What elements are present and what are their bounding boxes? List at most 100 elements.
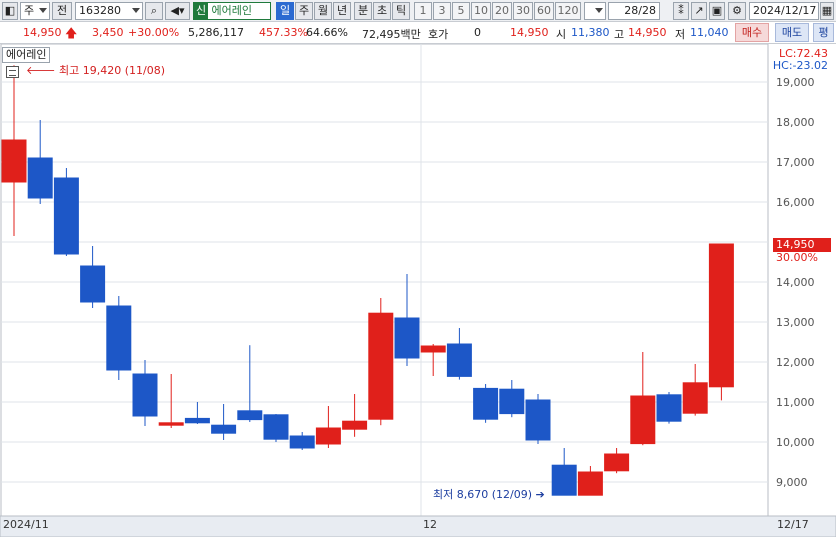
candle-body bbox=[342, 420, 368, 430]
date-input[interactable]: 2024/12/17 bbox=[749, 2, 819, 20]
hoga-value: 0 bbox=[474, 26, 481, 39]
lock-icon[interactable]: ⁑ bbox=[673, 2, 689, 20]
custom-interval-select[interactable] bbox=[584, 2, 606, 20]
prefix-button[interactable]: 전 bbox=[52, 2, 72, 20]
calendar-icon[interactable]: ▦ bbox=[820, 2, 834, 20]
data-count-field[interactable]: 28/28 bbox=[608, 2, 660, 20]
ask-price: 14,950 bbox=[510, 26, 549, 39]
period-year[interactable]: 년 bbox=[333, 2, 351, 20]
stock-code-input[interactable]: 163280 bbox=[75, 2, 143, 20]
chart-toolbar: ◧ 주 전 163280 ⌕ ◀▾ 신 에어레인 일 주 월 년 분 초 틱 1… bbox=[0, 0, 836, 22]
candle-body bbox=[1, 139, 27, 183]
interval-3[interactable]: 3 bbox=[433, 2, 451, 20]
interval-20[interactable]: 20 bbox=[492, 2, 512, 20]
candle-body bbox=[315, 427, 341, 445]
trade-amount: 72,495백만 bbox=[362, 28, 421, 41]
candle-body bbox=[577, 471, 603, 496]
period-second[interactable]: 초 bbox=[373, 2, 391, 20]
candle-body bbox=[368, 312, 394, 420]
candle-body bbox=[27, 157, 53, 199]
up-arrow-icon: 🡅 bbox=[65, 26, 78, 40]
candle-body bbox=[394, 317, 420, 359]
period-minute[interactable]: 분 bbox=[354, 2, 372, 20]
menu-icon[interactable]: ◧ bbox=[2, 2, 18, 20]
eval-button[interactable]: 평 bbox=[813, 23, 834, 42]
candle-body bbox=[184, 417, 210, 424]
price-chart[interactable]: 19,00018,00017,00016,00015,00014,00013,0… bbox=[0, 44, 836, 537]
cursor-icon[interactable]: ↗ bbox=[691, 2, 707, 20]
candle-body bbox=[446, 343, 472, 377]
turnover-rate: 64.66% bbox=[306, 26, 348, 39]
interval-60[interactable]: 60 bbox=[534, 2, 554, 20]
candle-body bbox=[263, 414, 289, 440]
y-tick-label: 18,000 bbox=[776, 116, 815, 129]
sound-icon[interactable]: ◀▾ bbox=[165, 2, 190, 20]
x-label-end: 12/17 bbox=[777, 518, 809, 531]
last-pct-tag: 30.00% bbox=[776, 251, 818, 264]
y-tick-label: 16,000 bbox=[776, 196, 815, 209]
y-tick-label: 12,000 bbox=[776, 356, 815, 369]
price-change-pct: +30.00% bbox=[128, 26, 180, 39]
candle-body bbox=[682, 382, 708, 414]
x-label-start: 2024/11 bbox=[3, 518, 49, 531]
quote-bar: 14,950 🡅 3,450 +30.00% 5,286,117 457.33%… bbox=[0, 22, 836, 44]
period-week[interactable]: 주 bbox=[295, 2, 313, 20]
y-tick-label: 11,000 bbox=[776, 396, 815, 409]
last-price-tag: 14,950 bbox=[773, 238, 831, 252]
high-label: 고 bbox=[614, 28, 625, 41]
interval-10[interactable]: 10 bbox=[471, 2, 491, 20]
buy-button[interactable]: 매수 bbox=[735, 23, 769, 42]
period-day[interactable]: 일 bbox=[276, 2, 294, 20]
y-tick-label: 13,000 bbox=[776, 316, 815, 329]
sell-button[interactable]: 매도 bbox=[775, 23, 809, 42]
price-change: 3,450 bbox=[92, 26, 124, 39]
search-icon[interactable]: ⌕ bbox=[145, 2, 163, 20]
x-axis-band bbox=[0, 515, 836, 537]
low-label: 저 bbox=[675, 28, 686, 41]
candle-body bbox=[708, 243, 734, 388]
candle-body bbox=[237, 410, 263, 421]
chart-settings-icon[interactable] bbox=[6, 66, 19, 78]
open-label: 시 bbox=[556, 28, 567, 41]
candlestick-chart: 19,00018,00017,00016,00015,00014,00013,0… bbox=[0, 44, 836, 537]
chart-type-select[interactable]: 주 bbox=[20, 2, 50, 20]
current-price: 14,950 bbox=[23, 26, 62, 39]
candle-body bbox=[132, 373, 158, 417]
hoga-label: 호가 bbox=[428, 28, 449, 41]
gear-icon[interactable]: ⚙ bbox=[728, 2, 746, 20]
candle-body bbox=[80, 265, 106, 303]
y-tick-label: 14,000 bbox=[776, 276, 815, 289]
period-month[interactable]: 월 bbox=[314, 2, 332, 20]
chart-stock-name: 에어레인 bbox=[2, 47, 51, 63]
period-tick[interactable]: 틱 bbox=[392, 2, 410, 20]
candle-body bbox=[473, 387, 499, 420]
volume-ratio: 457.33% bbox=[259, 26, 308, 39]
candle-body bbox=[630, 395, 656, 445]
hc-value: HC:-23.02 bbox=[772, 59, 828, 72]
open-price: 11,380 bbox=[571, 26, 610, 39]
interval-1[interactable]: 1 bbox=[414, 2, 432, 20]
stock-name-field[interactable]: 신 에어레인 bbox=[193, 2, 271, 20]
candle-body bbox=[604, 453, 630, 472]
high-annotation: 🡐 최고 19,420 (11/08) bbox=[26, 64, 166, 77]
y-tick-label: 19,000 bbox=[776, 76, 815, 89]
candle-body bbox=[289, 435, 315, 449]
interval-120[interactable]: 120 bbox=[555, 2, 581, 20]
plot-area bbox=[0, 44, 769, 517]
interval-5[interactable]: 5 bbox=[452, 2, 470, 20]
y-tick-label: 17,000 bbox=[776, 156, 815, 169]
interval-30[interactable]: 30 bbox=[513, 2, 533, 20]
candle-body bbox=[525, 399, 551, 441]
low-annotation: 최저 8,670 (12/09) ➔ bbox=[433, 488, 545, 501]
candle-body bbox=[158, 422, 184, 426]
x-label-mid: 12 bbox=[423, 518, 437, 531]
y-tick-label: 10,000 bbox=[776, 436, 815, 449]
new-listing-badge: 신 bbox=[194, 3, 208, 19]
candle-body bbox=[551, 464, 577, 496]
y-tick-label: 9,000 bbox=[776, 476, 808, 489]
volume: 5,286,117 bbox=[188, 26, 244, 39]
candle-body bbox=[499, 388, 525, 415]
save-icon[interactable]: ▣ bbox=[709, 2, 725, 20]
candle-body bbox=[106, 305, 132, 371]
high-price: 14,950 bbox=[628, 26, 667, 39]
